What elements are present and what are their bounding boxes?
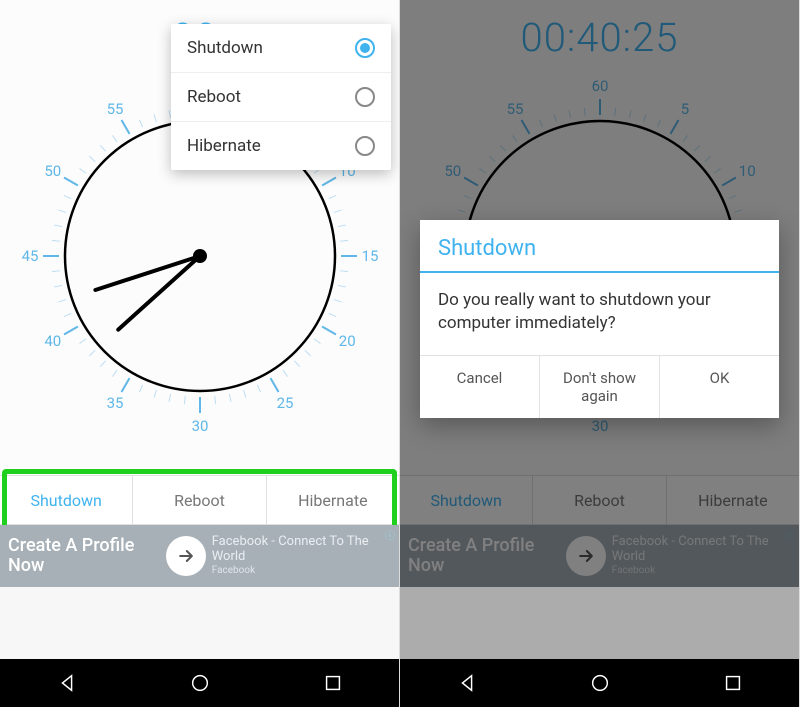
- dialog-title: Shutdown: [420, 220, 779, 273]
- screen-content: 00:40:25 60510152025303540455055 Shutdow…: [400, 0, 799, 659]
- confirm-dialog: Shutdown Do you really want to shutdown …: [420, 220, 779, 418]
- svg-text:20: 20: [338, 332, 355, 350]
- android-nav: [0, 659, 399, 707]
- ad-line: Facebook - Connect To The World: [212, 535, 391, 565]
- tab-reboot[interactable]: Reboot: [133, 476, 266, 524]
- android-nav: [400, 659, 799, 707]
- svg-text:35: 35: [106, 394, 123, 412]
- nav-home-icon[interactable]: [589, 672, 611, 694]
- ok-button[interactable]: OK: [660, 356, 779, 418]
- svg-text:50: 50: [44, 162, 61, 180]
- svg-text:15: 15: [361, 247, 378, 265]
- option-hibernate[interactable]: Hibernate: [171, 122, 391, 170]
- option-reboot[interactable]: Reboot: [171, 73, 391, 122]
- nav-back-icon[interactable]: [56, 672, 78, 694]
- action-tabs: Shutdown Reboot Hibernate: [0, 475, 399, 525]
- action-dropdown: Shutdown Reboot Hibernate: [171, 24, 391, 170]
- phone-left: 13% 10:31 PM WIN-INHFBAUB.. 00: 60510152…: [0, 0, 400, 707]
- nav-home-icon[interactable]: [189, 672, 211, 694]
- option-label: Reboot: [187, 87, 241, 107]
- ad-source: Facebook: [212, 565, 391, 577]
- adchoices-icon[interactable]: ⓘ: [385, 527, 395, 542]
- tab-shutdown[interactable]: Shutdown: [0, 476, 133, 524]
- dialog-actions: Cancel Don't show again OK: [420, 355, 779, 418]
- svg-text:55: 55: [106, 100, 123, 118]
- screen-content: 00: 60510152025303540455055 Shutdown Reb…: [0, 0, 399, 659]
- ad-go-button[interactable]: [166, 536, 206, 576]
- phone-right: 12% 10:31 PM WIN-INHFBAUB.. 00:40:25 605…: [400, 0, 800, 707]
- option-label: Shutdown: [187, 38, 263, 58]
- radio-icon: [355, 136, 375, 156]
- arrow-right-icon: [176, 546, 196, 566]
- option-label: Hibernate: [187, 136, 261, 156]
- nav-recent-icon[interactable]: [322, 672, 344, 694]
- ad-banner[interactable]: Create A Profile Now Facebook - Connect …: [0, 525, 399, 587]
- cancel-button[interactable]: Cancel: [420, 356, 540, 418]
- radio-icon: [355, 38, 375, 58]
- nav-back-icon[interactable]: [456, 672, 478, 694]
- dont-show-button[interactable]: Don't show again: [540, 356, 660, 418]
- dialog-body: Do you really want to shutdown your comp…: [420, 273, 779, 355]
- nav-recent-icon[interactable]: [722, 672, 744, 694]
- svg-text:45: 45: [21, 247, 38, 265]
- ad-headline: Create A Profile Now: [8, 536, 160, 576]
- svg-text:25: 25: [276, 394, 293, 412]
- option-shutdown[interactable]: Shutdown: [171, 24, 391, 73]
- radio-icon: [355, 87, 375, 107]
- tab-hibernate[interactable]: Hibernate: [267, 476, 399, 524]
- svg-text:40: 40: [44, 332, 61, 350]
- svg-text:30: 30: [191, 417, 208, 435]
